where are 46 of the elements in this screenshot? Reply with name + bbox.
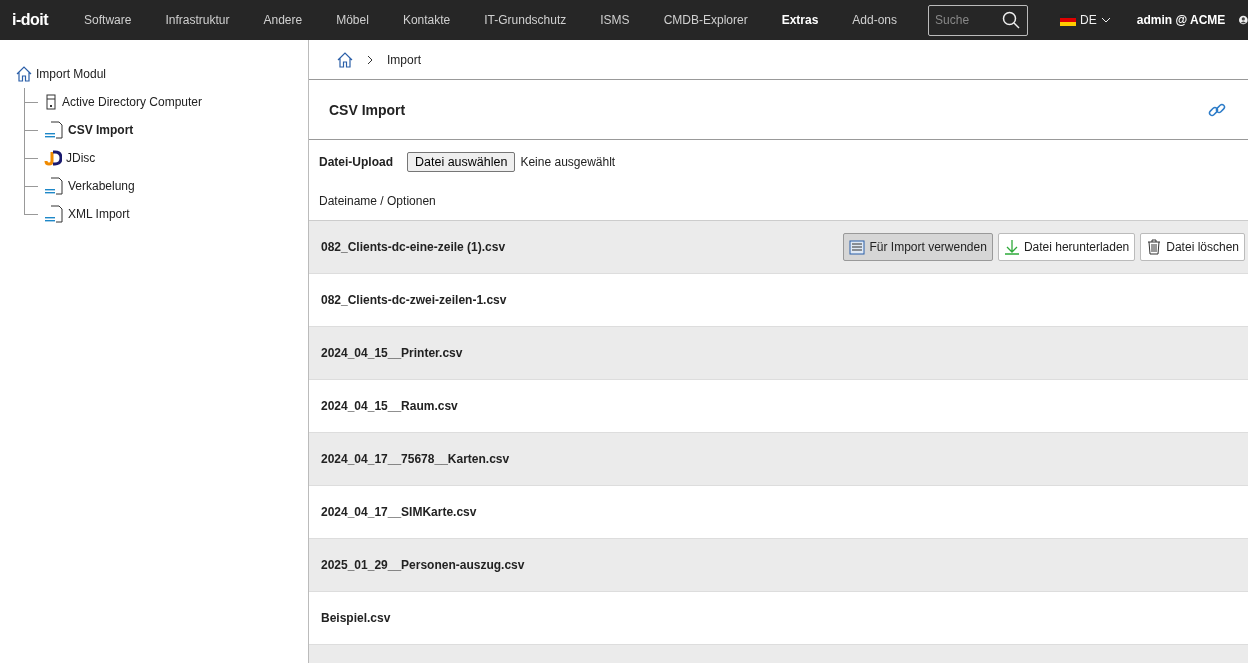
nav-item[interactable]: Infrastruktur bbox=[165, 13, 230, 27]
choose-file-button[interactable]: Datei auswählen bbox=[407, 152, 516, 172]
tree-item[interactable]: CSV Import bbox=[68, 123, 134, 137]
file-name: 2024_04_17__SIMKarte.csv bbox=[321, 505, 477, 519]
search-icon bbox=[1002, 10, 1021, 29]
tree-item[interactable]: JDisc bbox=[66, 151, 96, 165]
server-icon bbox=[44, 94, 58, 110]
file-status: Keine ausgewählt bbox=[520, 155, 616, 169]
nav-item[interactable]: Extras bbox=[781, 13, 819, 27]
language-selector[interactable]: DE bbox=[1080, 13, 1097, 27]
file-name: 2024_04_15__Printer.csv bbox=[321, 346, 463, 360]
tree-item[interactable]: XML Import bbox=[68, 207, 130, 221]
file-name: 082_Clients-dc-zwei-zeilen-1.csv bbox=[321, 293, 507, 307]
file-name: 2024_04_17__75678__Karten.csv bbox=[321, 452, 510, 466]
search-field[interactable]: Suche bbox=[928, 4, 1029, 36]
chevron-down-icon bbox=[1100, 17, 1111, 23]
tree-root[interactable]: Import Modul bbox=[36, 67, 107, 81]
download-button[interactable]: Datei herunterladen bbox=[997, 233, 1136, 261]
logo[interactable]: i-doit bbox=[12, 11, 49, 29]
user-menu[interactable]: admin @ ACME bbox=[1136, 13, 1226, 27]
page-title: CSV Import bbox=[329, 101, 406, 118]
file-name: 082_Clients-dc-eine-zeile (1).csv bbox=[321, 240, 506, 254]
home-icon bbox=[16, 66, 32, 82]
nav-item[interactable]: Add-ons bbox=[852, 13, 898, 27]
nav-item[interactable]: Software bbox=[84, 13, 132, 27]
file-name: 2025_01_29__Personen-auszug.csv bbox=[321, 558, 525, 572]
trash-icon bbox=[1146, 239, 1163, 255]
chevron-right-icon bbox=[367, 54, 373, 65]
download-icon bbox=[1003, 239, 1020, 255]
tree-item[interactable]: Verkabelung bbox=[68, 179, 135, 193]
nav-item[interactable]: ISMS bbox=[600, 13, 630, 27]
jdisc-logo-icon bbox=[44, 150, 62, 166]
upload-label: Datei-Upload bbox=[319, 155, 393, 169]
nav-item[interactable]: CMDB-Explorer bbox=[663, 13, 748, 27]
home-icon bbox=[337, 51, 353, 68]
delete-button[interactable]: Datei löschen bbox=[1140, 233, 1245, 261]
tree-item[interactable]: Active Directory Computer bbox=[62, 95, 203, 109]
file-name: 2024_04_15__Raum.csv bbox=[321, 399, 458, 413]
list-icon bbox=[849, 239, 866, 255]
file-name: Beispiel.csv bbox=[321, 611, 391, 625]
nav-item[interactable]: IT-Grundschutz bbox=[484, 13, 567, 27]
nav-item[interactable]: Kontakte bbox=[402, 13, 451, 27]
use-button[interactable]: Für Import verwenden bbox=[843, 233, 993, 261]
nav-item[interactable]: Andere bbox=[263, 13, 303, 27]
nav-item[interactable]: Möbel bbox=[336, 13, 369, 27]
breadcrumb-item[interactable]: Import bbox=[387, 52, 421, 67]
